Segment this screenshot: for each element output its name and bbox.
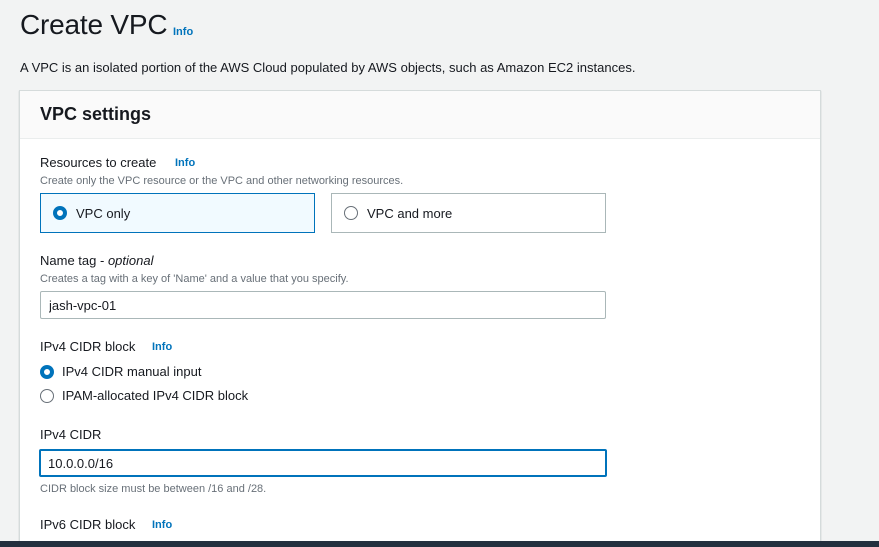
bottom-bar bbox=[0, 541, 879, 547]
page-description: A VPC is an isolated portion of the AWS … bbox=[20, 60, 636, 75]
radio-unchecked-icon bbox=[40, 388, 54, 403]
tile-vpc-and-more-label: VPC and more bbox=[367, 205, 453, 221]
radio-ipam-allocated-label: IPAM-allocated IPv4 CIDR block bbox=[62, 388, 249, 403]
resources-hint: Create only the VPC resource or the VPC … bbox=[40, 175, 404, 187]
radio-ipv4-manual[interactable]: IPv4 CIDR manual input bbox=[40, 364, 201, 379]
ipv4-cidr-input[interactable] bbox=[39, 449, 607, 477]
radio-checked-icon bbox=[40, 364, 54, 379]
create-vpc-page: Create VPC Info A VPC is an isolated por… bbox=[0, 0, 879, 547]
radio-checked-icon bbox=[53, 206, 67, 220]
tile-vpc-only-label: VPC only bbox=[76, 205, 131, 221]
radio-ipv4-manual-label: IPv4 CIDR manual input bbox=[62, 364, 202, 379]
title-info-link[interactable]: Info bbox=[173, 26, 193, 38]
resources-info-link[interactable]: Info bbox=[175, 157, 195, 169]
ipv4-block-info-link[interactable]: Info bbox=[152, 341, 172, 353]
panel-header: VPC settings bbox=[20, 91, 820, 139]
name-tag-optional: optional bbox=[107, 253, 154, 268]
panel-title: VPC settings bbox=[40, 104, 152, 124]
ipv4-cidr-label: IPv4 CIDR bbox=[40, 427, 102, 442]
name-tag-hint: Creates a tag with a key of 'Name' and a… bbox=[40, 273, 349, 285]
tile-vpc-and-more[interactable]: VPC and more bbox=[331, 193, 606, 233]
page-title: Create VPC bbox=[20, 9, 168, 40]
radio-ipam-allocated[interactable]: IPAM-allocated IPv4 CIDR block bbox=[40, 388, 248, 403]
ipv4-cidr-hint: CIDR block size must be between /16 and … bbox=[40, 483, 267, 495]
ipv4-block-label: IPv4 CIDR block bbox=[40, 339, 136, 354]
name-tag-input[interactable] bbox=[40, 291, 606, 319]
radio-unchecked-icon bbox=[344, 206, 358, 220]
tile-vpc-only[interactable]: VPC only bbox=[40, 193, 315, 233]
ipv6-block-label: IPv6 CIDR block bbox=[40, 517, 136, 532]
vpc-settings-panel: VPC settings Resources to create Info Cr… bbox=[19, 90, 821, 547]
ipv6-block-info-link[interactable]: Info bbox=[152, 519, 172, 531]
name-tag-label: Name tag - optional bbox=[40, 253, 153, 268]
name-tag-separator: - bbox=[96, 253, 108, 268]
name-tag-label-text: Name tag bbox=[40, 253, 97, 268]
resources-label: Resources to create bbox=[40, 155, 157, 170]
